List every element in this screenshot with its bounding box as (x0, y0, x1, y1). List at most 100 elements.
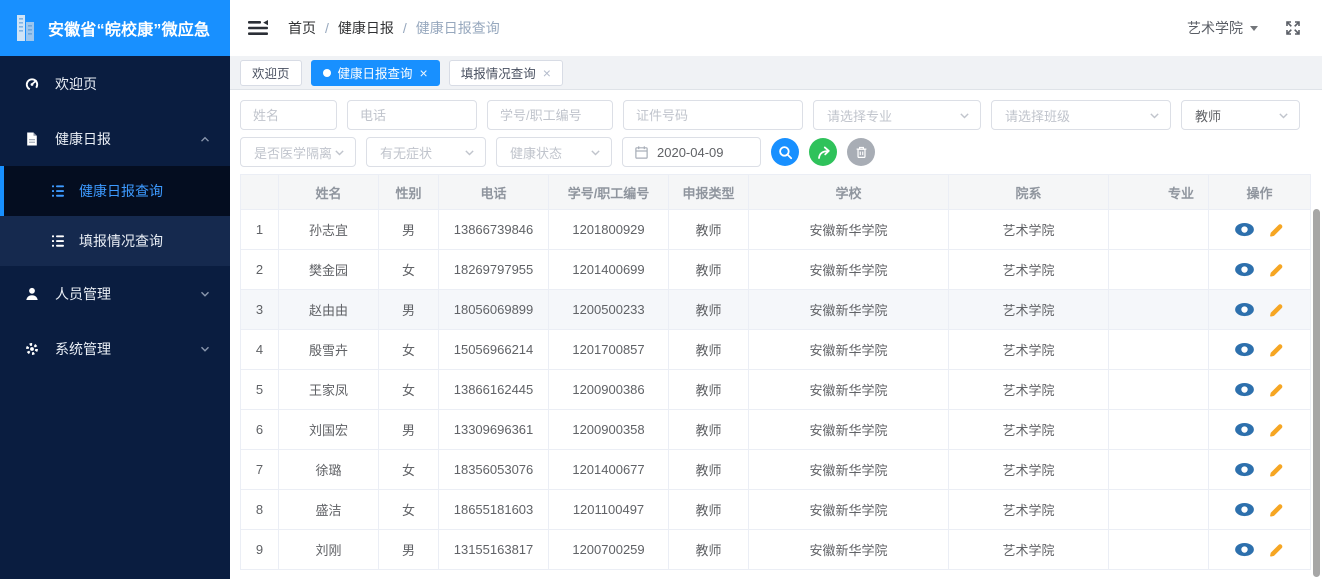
pencil-icon (1270, 304, 1283, 317)
view-button[interactable] (1234, 222, 1255, 237)
close-icon[interactable]: × (543, 66, 551, 80)
cell-actions (1208, 249, 1311, 290)
cell-school: 安徽新华学院 (748, 369, 949, 410)
org-dropdown[interactable]: 艺术学院 (1187, 18, 1258, 38)
cell-gender: 女 (378, 449, 439, 490)
search-button[interactable] (771, 138, 799, 166)
content-panel: 请选择专业请选择班级教师 是否医学隔离有无症状健康状态2020-04-09 姓名… (230, 90, 1322, 579)
sidebar: 安徽省“皖校康”微应急 欢迎页 健康日报 健康日报查询 填报情况查询 人员管理 系统管理 (0, 0, 230, 579)
edit-button[interactable] (1268, 341, 1285, 358)
edit-button[interactable] (1268, 301, 1285, 318)
dashboard-icon (25, 77, 39, 91)
cell-gender: 男 (378, 409, 439, 450)
eye-icon (1235, 302, 1254, 317)
view-button[interactable] (1234, 462, 1255, 477)
cell-actions (1208, 289, 1311, 330)
staff-id-input[interactable] (487, 100, 613, 130)
major-select[interactable]: 请选择专业 (813, 100, 981, 130)
cell-major (1108, 529, 1209, 570)
sidebar-collapse-icon[interactable] (248, 19, 268, 37)
role-select[interactable]: 教师 (1181, 100, 1300, 130)
col-header-department: 院系 (948, 174, 1109, 210)
view-button[interactable] (1234, 382, 1255, 397)
breadcrumb-item[interactable]: 首页 (288, 18, 316, 38)
breadcrumb-item[interactable]: 健康日报 (338, 18, 394, 38)
sidebar-item-report-status[interactable]: 填报情况查询 (0, 216, 230, 266)
cell-report_type: 教师 (668, 529, 749, 570)
col-header-name: 姓名 (278, 174, 379, 210)
select-value: 请选择班级 (1005, 108, 1071, 124)
tab-daily-query[interactable]: 健康日报查询 × (310, 59, 440, 86)
name-input[interactable] (240, 100, 337, 130)
class-select[interactable]: 请选择班级 (991, 100, 1171, 130)
cell-staff_id: 1201700857 (548, 329, 669, 370)
date-picker[interactable]: 2020-04-09 (622, 137, 761, 167)
cell-phone: 18056069899 (438, 289, 549, 330)
phone-input[interactable] (347, 100, 477, 130)
cell-report_type: 教师 (668, 489, 749, 530)
view-button[interactable] (1234, 422, 1255, 437)
cell-report_type: 教师 (668, 409, 749, 450)
edit-button[interactable] (1268, 501, 1285, 518)
view-button[interactable] (1234, 342, 1255, 357)
topbar: 首页 / 健康日报 / 健康日报查询 艺术学院 (230, 0, 1322, 56)
cell-department: 艺术学院 (948, 449, 1109, 490)
medical-isolation-select[interactable]: 是否医学隔离 (240, 137, 356, 167)
edit-button[interactable] (1268, 461, 1285, 478)
chevron-down-icon (335, 149, 344, 156)
table-row: 1 孙志宜男 13866739846 1201800929 教师 安徽新华学院 艺术学院 (240, 209, 1311, 250)
view-button[interactable] (1234, 542, 1255, 557)
org-label: 艺术学院 (1187, 20, 1243, 36)
edit-button[interactable] (1268, 381, 1285, 398)
edit-button[interactable] (1268, 221, 1285, 238)
edit-button[interactable] (1268, 541, 1285, 558)
close-icon[interactable]: × (420, 66, 428, 80)
chevron-down-icon (201, 291, 209, 297)
view-button[interactable] (1234, 302, 1255, 317)
view-button[interactable] (1234, 262, 1255, 277)
edit-button[interactable] (1268, 261, 1285, 278)
cell-actions (1208, 409, 1311, 450)
cell-index: 8 (240, 489, 279, 530)
sidebar-item-personnel[interactable]: 人员管理 (0, 266, 230, 321)
tab-welcome[interactable]: 欢迎页 (240, 59, 302, 86)
cell-phone: 18356053076 (438, 449, 549, 490)
cell-staff_id: 1200500233 (548, 289, 669, 330)
id-number-input[interactable] (623, 100, 803, 130)
export-button[interactable] (809, 138, 837, 166)
view-button[interactable] (1234, 502, 1255, 517)
health-status-select[interactable]: 健康状态 (496, 137, 612, 167)
cell-school: 安徽新华学院 (748, 329, 949, 370)
vertical-scrollbar[interactable] (1313, 209, 1320, 577)
pencil-icon (1270, 384, 1283, 397)
cell-report_type: 教师 (668, 449, 749, 490)
fullscreen-icon[interactable] (1284, 19, 1302, 37)
cell-department: 艺术学院 (948, 289, 1109, 330)
symptoms-select[interactable]: 有无症状 (366, 137, 486, 167)
delete-button[interactable] (847, 138, 875, 166)
tab-report-status[interactable]: 填报情况查询 × (448, 59, 563, 86)
cell-gender: 女 (378, 329, 439, 370)
pencil-icon (1270, 344, 1283, 357)
cell-gender: 男 (378, 289, 439, 330)
cell-staff_id: 1201400699 (548, 249, 669, 290)
cell-staff_id: 1201800929 (548, 209, 669, 250)
edit-button[interactable] (1268, 421, 1285, 438)
cell-phone: 18269797955 (438, 249, 549, 290)
chevron-down-icon (1279, 112, 1288, 119)
pencil-icon (1270, 544, 1283, 557)
cell-report_type: 教师 (668, 289, 749, 330)
cell-department: 艺术学院 (948, 409, 1109, 450)
cell-department: 艺术学院 (948, 209, 1109, 250)
search-icon (778, 145, 792, 159)
sidebar-item-system[interactable]: 系统管理 (0, 321, 230, 376)
sidebar-item-welcome[interactable]: 欢迎页 (0, 56, 230, 111)
sidebar-item-daily-report[interactable]: 健康日报 (0, 111, 230, 166)
list-icon (52, 235, 64, 247)
cell-major (1108, 409, 1209, 450)
tab-label: 欢迎页 (252, 67, 290, 81)
cell-index: 4 (240, 329, 279, 370)
cell-phone: 13866162445 (438, 369, 549, 410)
sidebar-item-daily-query[interactable]: 健康日报查询 (0, 166, 230, 216)
cell-name: 殷雪卉 (278, 329, 379, 370)
